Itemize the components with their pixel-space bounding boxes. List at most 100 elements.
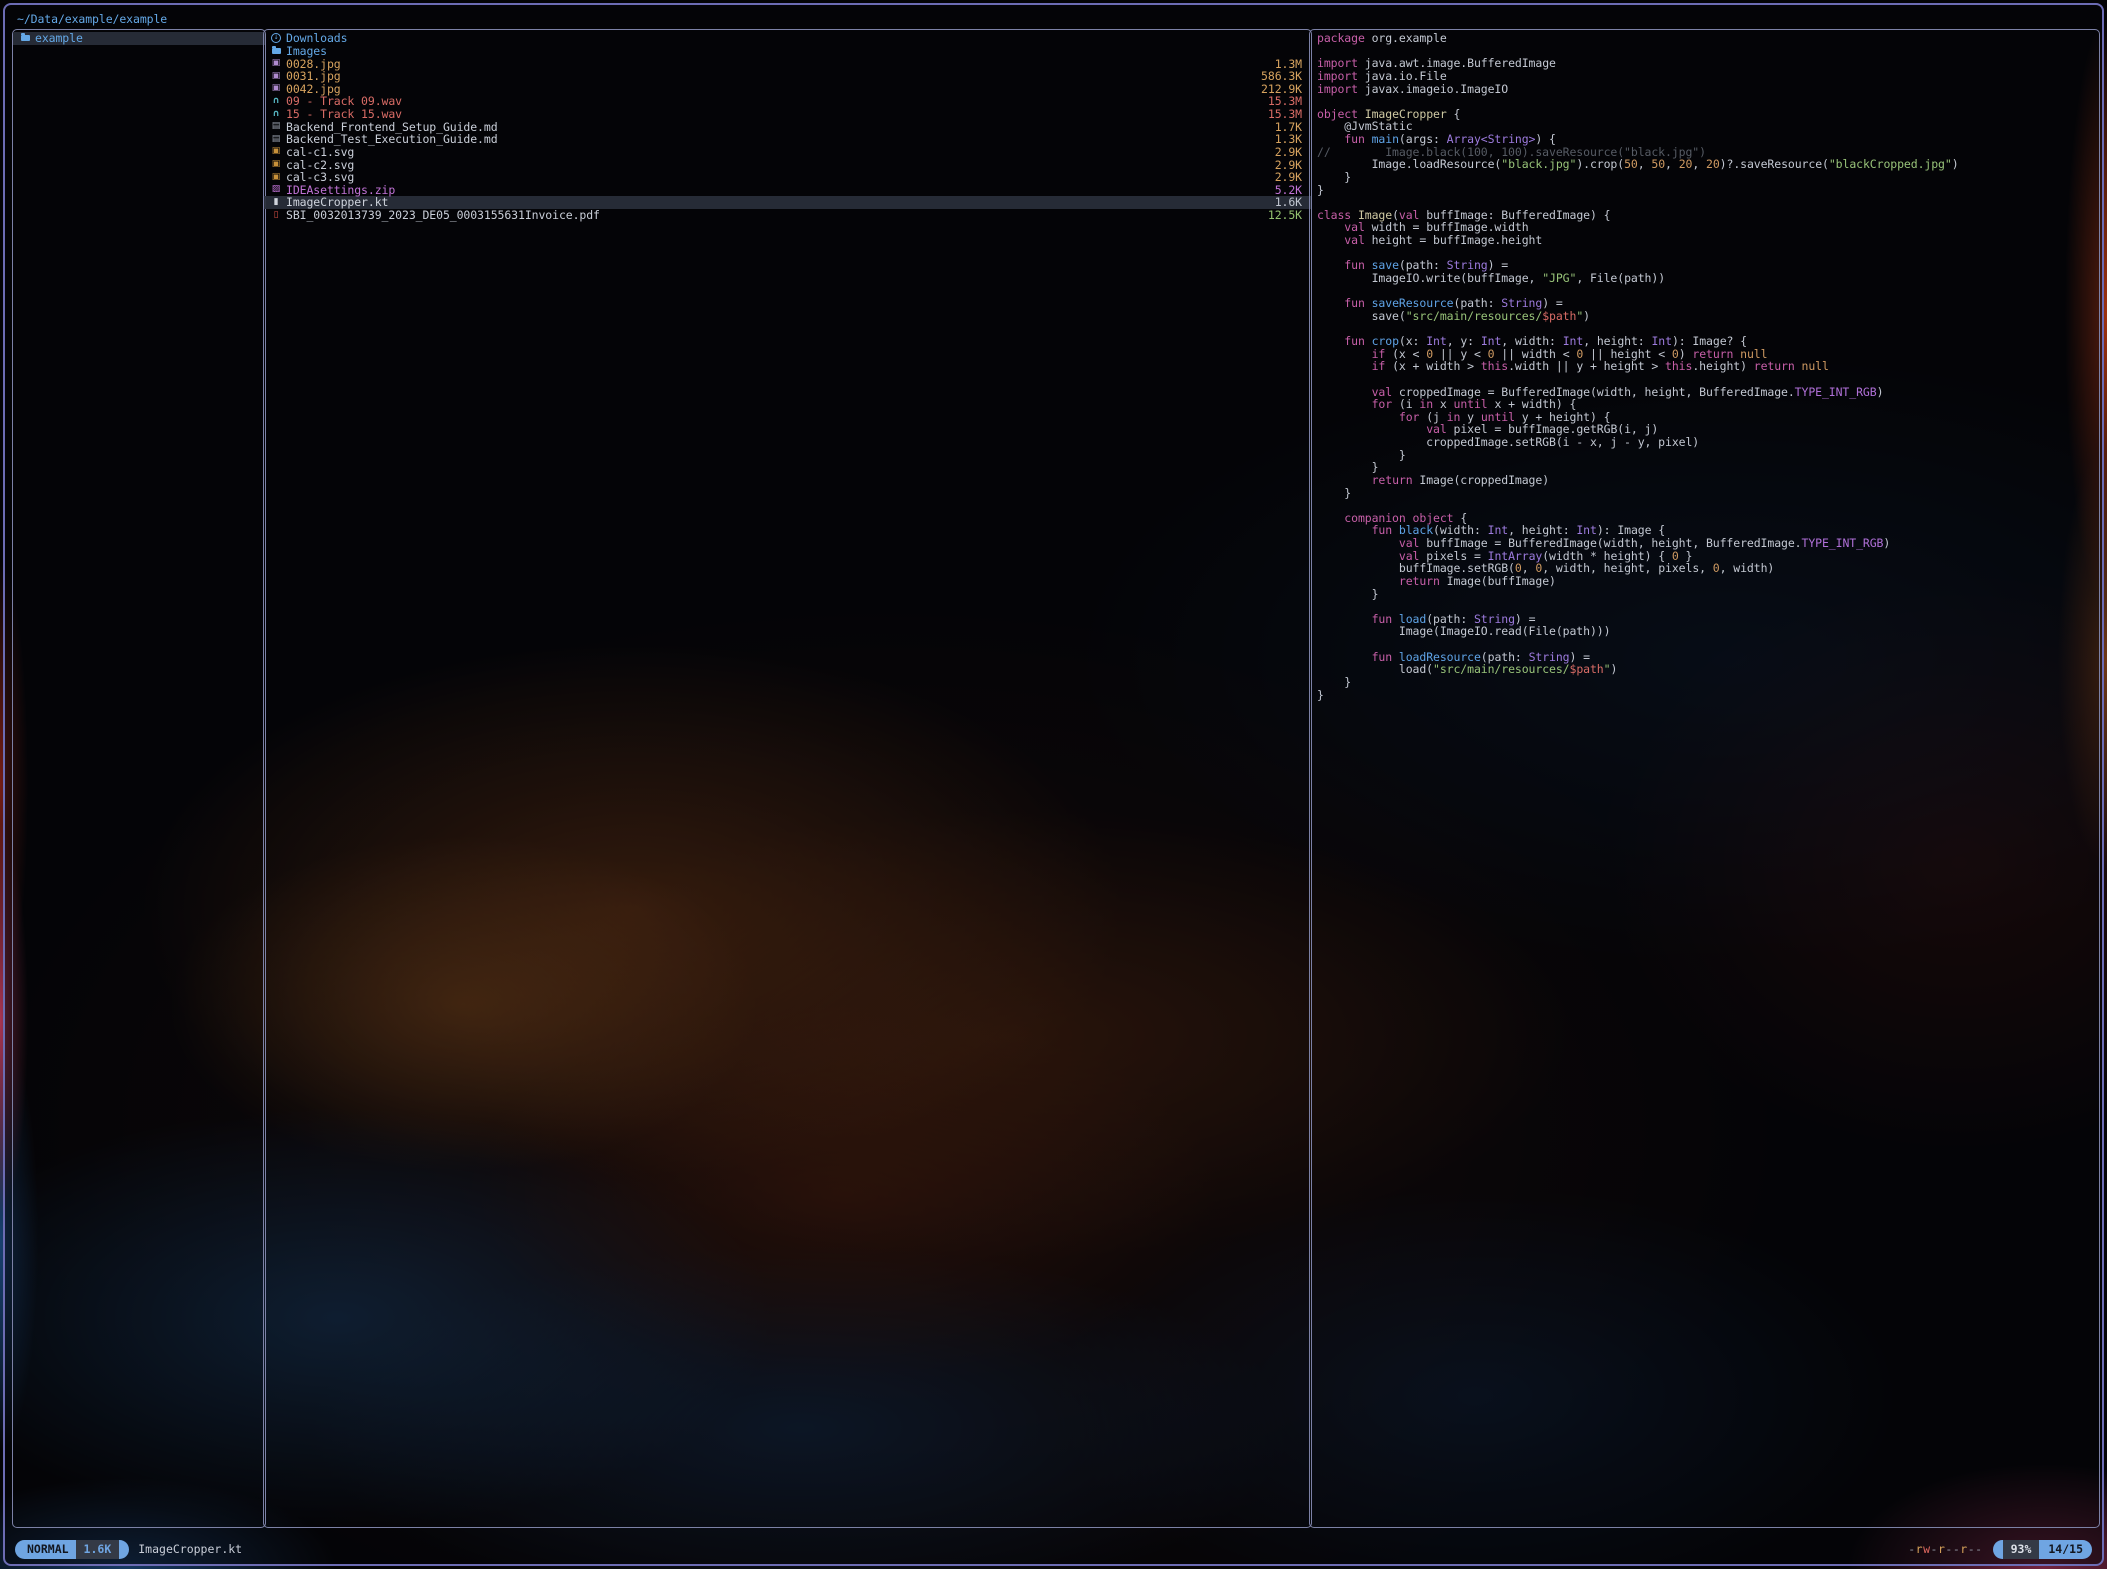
code-token: ) [1952,157,1959,171]
code-line: object ImageCropper { [1317,108,2099,121]
audio-icon [270,110,282,119]
file-row[interactable]: IDEAsettings.zip5.2K [264,184,1311,197]
code-token: "src/main/resources/ [1433,662,1569,676]
parent-dir-row[interactable]: example [13,32,265,45]
code-token [1317,359,1372,373]
code-token: 50 [1651,157,1665,171]
code-token: (x + width > [1385,359,1481,373]
code-token: } [1317,587,1378,601]
preview-pane: package org.example import java.awt.imag… [1309,29,2100,1528]
file-row[interactable]: ↓Downloads [264,32,1311,45]
code-token: 20 [1679,157,1693,171]
perm-char: - [1931,1542,1938,1556]
folder-icon [19,35,31,41]
code-token: save( [1317,309,1406,323]
markdown-icon [270,122,282,131]
code-line: Image.loadResource("black.jpg").crop(50,… [1317,158,2099,171]
code-token: Image(croppedImage) [1413,473,1549,487]
current-path: ~/Data/example/example [17,12,167,26]
scroll-percent: 93% [2003,1540,2040,1559]
mode-indicator: NORMAL [25,1540,76,1559]
image-icon [270,84,282,93]
code-line: } [1317,487,2099,500]
code-token [1317,233,1344,247]
code-token: } [1317,688,1324,702]
code-token: ImageIO.write(buffImage, [1317,271,1542,285]
powerline-right-cap [119,1540,129,1559]
code-line: if (x + width > this.width || y + height… [1317,360,2099,373]
code-token: if [1372,359,1386,373]
code-token: return [1372,473,1413,487]
terminal-window: ~/Data/example/example example ↓Download… [3,3,2104,1566]
file-size: 12.5K [1268,208,1302,222]
code-line: croppedImage.setRGB(i - x, j - y, pixel) [1317,436,2099,449]
archive-icon [270,185,282,194]
perm-char: - [1908,1542,1915,1556]
file-row[interactable]: Backend_Test_Execution_Guide.md1.3K [264,133,1311,146]
perm-char: - [1945,1542,1952,1556]
file-row[interactable]: 09 - Track 09.wav15.3M [264,95,1311,108]
code-token: "src/main/resources/ [1406,309,1542,323]
status-bar: NORMAL 1.6K ImageCropper.kt -rw-r--r-- 9… [15,1539,2092,1559]
code-line: val height = buffImage.height [1317,234,2099,247]
perm-char: - [1975,1542,1982,1556]
code-line: ImageIO.write(buffImage, "JPG", File(pat… [1317,272,2099,285]
cursor-position: 14/15 [2039,1540,2092,1559]
file-row[interactable]: 0042.jpg212.9K [264,83,1311,96]
file-row[interactable]: cal-c3.svg2.9K [264,171,1311,184]
code-token: ) [1583,309,1590,323]
powerline-left-cap [15,1540,25,1559]
file-list-pane: ↓DownloadsImages0028.jpg1.3M0031.jpg586.… [263,29,1312,1528]
code-token: height = buffImage.height [1365,233,1542,247]
download-icon: ↓ [270,33,282,43]
file-row[interactable]: cal-c1.svg2.9K [264,146,1311,159]
code-token: , [1638,157,1652,171]
file-row[interactable]: cal-c2.svg2.9K [264,158,1311,171]
perm-char: r [1960,1542,1967,1556]
image-icon [270,160,282,169]
perm-char: r [1916,1542,1923,1556]
code-token: , width, height, pixels, [1542,561,1713,575]
pdf-icon [270,211,282,220]
file-row[interactable]: ImageCropper.kt1.6K [264,196,1311,209]
code-token: , width) [1720,561,1775,575]
code-token: javax.imageio.ImageIO [1358,82,1508,96]
code-token: "black.jpg" [1501,157,1576,171]
code-line: save("src/main/resources/$path") [1317,310,2099,323]
code-token: .height) [1692,359,1753,373]
code-token: "JPG" [1542,271,1576,285]
parent-pane: example [12,29,266,1528]
code-token: $path [1570,662,1604,676]
mode-segment: NORMAL 1.6K ImageCropper.kt [15,1540,242,1559]
code-line: package org.example [1317,32,2099,45]
code-token: , [1665,157,1679,171]
file-row[interactable]: Images [264,45,1311,58]
code-token: "blackCropped.jpg" [1829,157,1952,171]
code-line: import javax.imageio.ImageIO [1317,83,2099,96]
file-row[interactable]: 0028.jpg1.3M [264,57,1311,70]
code-token: { [1447,107,1461,121]
code-token: , File(path)) [1576,271,1665,285]
code-token: TYPE_INT_RGB [1795,385,1877,399]
image-icon [270,173,282,182]
code-line: } [1317,449,2099,462]
file-row[interactable]: 0031.jpg586.3K [264,70,1311,83]
file-row[interactable]: 15 - Track 15.wav15.3M [264,108,1311,121]
status-right: -rw-r--r-- 93% 14/15 [1908,1540,2092,1559]
file-row[interactable]: SBI_0032013739_2023_DE05_0003155631Invoi… [264,209,1311,222]
breadcrumb: ~/Data/example/example [17,9,167,29]
code-line: } [1317,184,2099,197]
code-token: 0 [1713,561,1720,575]
current-file-name: ImageCropper.kt [138,1542,242,1556]
code-token: this [1665,359,1692,373]
code-line: } [1317,689,2099,702]
code-token: ) [1610,662,1617,676]
code-token: ) [1877,385,1884,399]
code-line: return Image(croppedImage) [1317,474,2099,487]
code-token: this [1481,359,1508,373]
code-token: package [1317,31,1365,45]
code-line: return Image(buffImage) [1317,575,2099,588]
file-row[interactable]: Backend_Frontend_Setup_Guide.md1.7K [264,120,1311,133]
code-token: TYPE_INT_RGB [1802,536,1884,550]
powerline-left-cap [1993,1540,2003,1559]
